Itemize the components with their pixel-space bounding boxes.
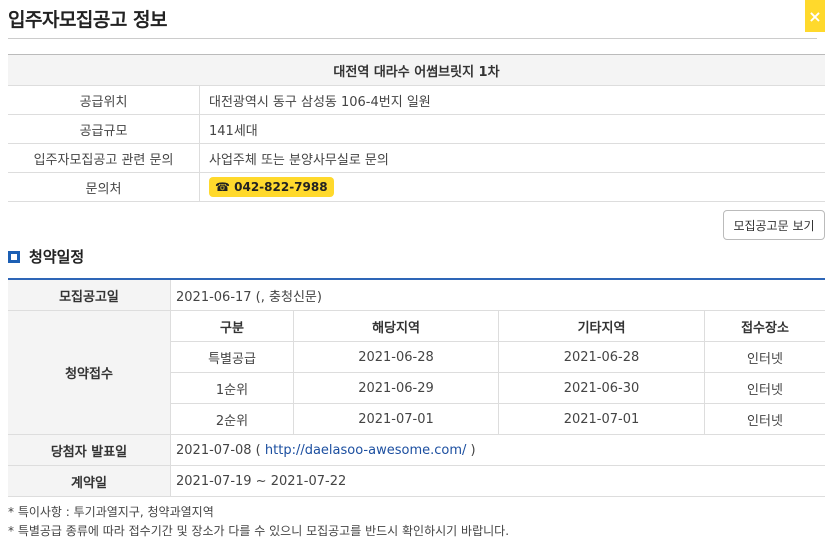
info-value: 141세대 [199,114,825,144]
table-cell: 1순위 [171,372,294,404]
complex-info-table: 대전역 대라수 어썸브릿지 1차 공급위치 대전광역시 동구 삼성동 106-4… [8,54,825,202]
square-bullet-icon [8,250,20,263]
column-header: 접수장소 [704,311,825,342]
table-cell: 2021-06-28 [293,341,499,373]
table-cell: 2021-06-29 [293,372,499,404]
column-header: 구분 [171,311,294,342]
contract-label: 계약일 [8,465,171,497]
schedule-section-header: 청약일정 [8,246,84,267]
info-value: 사업주체 또는 분양사무실로 문의 [199,143,825,173]
footnote: * 특별공급 종류에 따라 접수기간 및 장소가 다를 수 있으니 모집공고를 … [8,524,510,538]
winner-date: 2021-07-08 ( [176,442,265,458]
title-divider [8,38,817,39]
table-cell: 인터넷 [704,372,825,404]
apply-subtable: 구분 해당지역 기타지역 접수장소 특별공급 2021-06-28 2021-0… [171,311,825,434]
page-title: 입주자모집공고 정보 [8,9,167,31]
info-row: 공급규모 141세대 [8,114,825,144]
column-header: 기타지역 [498,311,705,342]
table-cell: 특별공급 [171,341,294,373]
section-title: 청약일정 [29,248,85,266]
info-label: 공급규모 [8,114,200,144]
winner-value: 2021-07-08 ( http://daelasoo-awesome.com… [170,434,825,466]
announce-label: 모집공고일 [8,279,171,311]
table-row: 특별공급 2021-06-28 2021-06-28 인터넷 [171,341,825,373]
table-cell: 인터넷 [704,341,825,373]
winner-link[interactable]: http://daelasoo-awesome.com/ [265,443,467,458]
complex-name: 대전역 대라수 어썸브릿지 1차 [8,54,825,86]
close-icon: × [808,6,822,26]
view-notice-button[interactable]: 모집공고문 보기 [723,210,825,240]
table-cell: 2순위 [171,403,294,434]
schedule-table: 모집공고일 2021-06-17 (, 충청신문) 청약접수 구분 해당지역 기… [8,278,825,497]
info-label: 공급위치 [8,85,200,115]
table-cell: 2021-07-01 [293,403,499,434]
column-header: 해당지역 [293,311,499,342]
close-button[interactable]: × [805,0,825,32]
info-value: 대전광역시 동구 삼성동 106-4번지 일원 [199,85,825,115]
winner-tail: ) [466,442,476,458]
announce-value: 2021-06-17 (, 충청신문) [170,279,825,311]
winner-label: 당첨자 발표일 [8,434,171,466]
contact-label: 문의처 [8,172,200,202]
table-cell: 2021-06-28 [498,341,705,373]
footnote: * 특이사항 : 투기과열지구, 청약과열지역 [8,505,214,519]
table-row: 2순위 2021-07-01 2021-07-01 인터넷 [171,403,825,434]
info-row: 입주자모집공고 관련 문의 사업주체 또는 분양사무실로 문의 [8,143,825,173]
apply-label: 청약접수 [8,310,171,435]
table-cell: 2021-06-30 [498,372,705,404]
info-row: 문의처 ☎ 042-822-7988 [8,172,825,202]
info-label: 입주자모집공고 관련 문의 [8,143,200,173]
contract-value: 2021-07-19 ~ 2021-07-22 [170,465,825,497]
info-row: 공급위치 대전광역시 동구 삼성동 106-4번지 일원 [8,85,825,115]
phone-badge[interactable]: ☎ 042-822-7988 [209,177,334,197]
table-cell: 인터넷 [747,413,783,429]
table-row: 1순위 2021-06-29 2021-06-30 인터넷 [171,372,825,404]
table-cell: 2021-07-01 [498,403,705,434]
